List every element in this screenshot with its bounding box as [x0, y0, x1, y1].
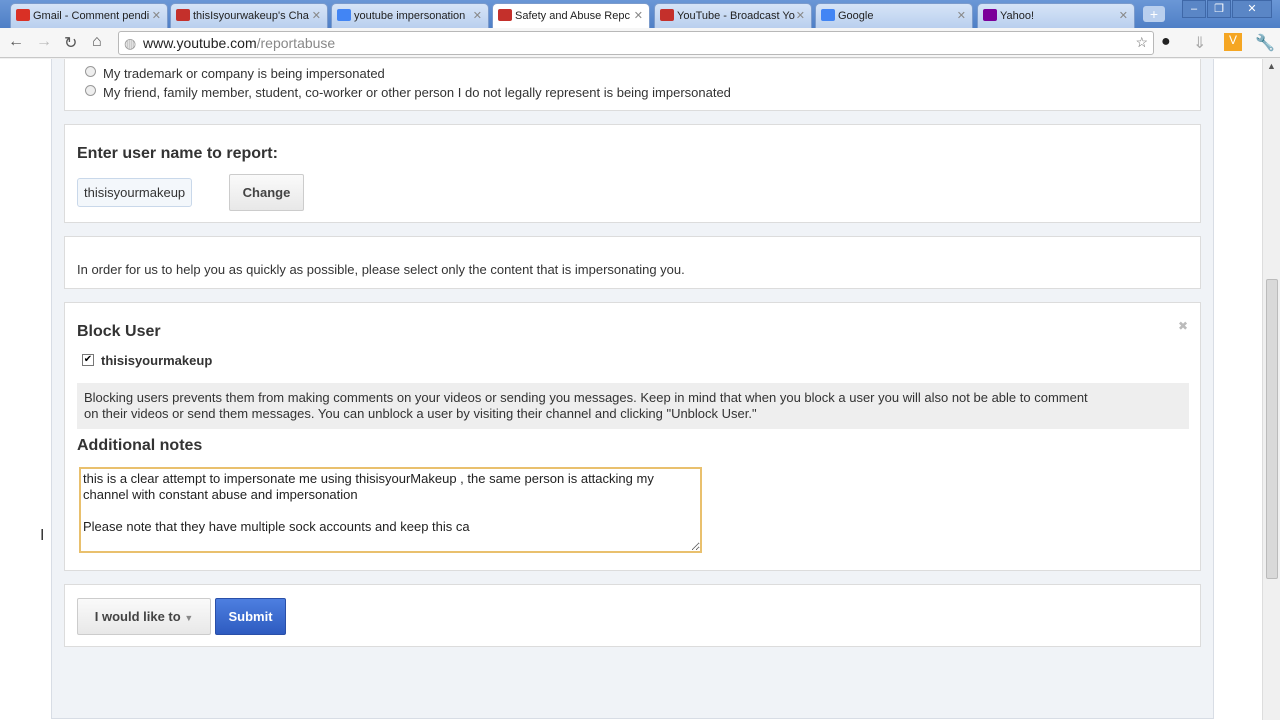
action-dropdown[interactable]: I would like to ▼	[77, 598, 211, 635]
tab-label: thisIsyourwakeup's Cha	[193, 10, 309, 22]
youtube-icon	[498, 9, 512, 21]
option-label: My trademark or company is being imperso…	[103, 66, 385, 81]
google-icon	[821, 9, 835, 21]
chevron-down-icon: ▼	[184, 613, 194, 623]
username-heading: Enter user name to report:	[77, 145, 278, 162]
browser-toolbar: ← → ↻ ⌂ ◍ www.youtube.com/reportabuse ☆ …	[0, 28, 1280, 58]
change-button[interactable]: Change	[229, 174, 304, 211]
close-window-button[interactable]: ✕	[1232, 0, 1272, 18]
home-icon[interactable]: ⌂	[92, 33, 102, 51]
google-icon	[337, 9, 351, 21]
scrollbar[interactable]: ▲	[1262, 59, 1280, 720]
block-user-heading: Block User	[77, 323, 161, 340]
impersonation-options: My trademark or company is being imperso…	[64, 59, 1201, 111]
close-tab-icon[interactable]: ✕	[957, 9, 966, 22]
tab-label: Gmail - Comment pendi	[33, 10, 150, 22]
camera-extension-icon[interactable]: ●	[1161, 33, 1171, 51]
close-tab-icon[interactable]: ✕	[312, 9, 321, 22]
new-tab-button[interactable]: +	[1143, 6, 1165, 22]
tab-label: youtube impersonation	[354, 10, 466, 22]
forward-icon[interactable]: →	[36, 33, 52, 51]
dropdown-label: I would like to	[94, 609, 181, 624]
close-tab-icon[interactable]: ✕	[473, 9, 482, 22]
back-icon[interactable]: ←	[8, 33, 24, 51]
reload-icon[interactable]: ↻	[64, 33, 77, 53]
block-user-card: Block User ✖ ✔ thisisyourmakeup Blocking…	[64, 302, 1201, 571]
additional-notes-textarea[interactable]: this is a clear attempt to impersonate m…	[79, 467, 702, 553]
tab-label: Yahoo!	[1000, 10, 1035, 22]
tab-label: Safety and Abuse Repc	[515, 10, 630, 22]
block-info-line: Blocking users prevents them from making…	[84, 390, 1088, 405]
tab-label: YouTube - Broadcast Yo	[677, 10, 795, 22]
address-bar[interactable]: ◍ www.youtube.com/reportabuse ☆	[118, 31, 1154, 55]
wrench-icon[interactable]: 🔧	[1255, 33, 1275, 53]
restore-button[interactable]: ❐	[1207, 0, 1231, 18]
tab-youtube[interactable]: YouTube - Broadcast Yo ✕	[654, 3, 812, 28]
v-extension-icon[interactable]: V	[1224, 33, 1242, 51]
close-tab-icon[interactable]: ✕	[634, 9, 643, 22]
tab-search[interactable]: youtube impersonation ✕	[331, 3, 489, 28]
report-form: My trademark or company is being imperso…	[51, 59, 1214, 719]
url-host: www.youtube.com	[143, 35, 257, 51]
scrollbar-thumb[interactable]	[1266, 279, 1278, 579]
close-icon[interactable]: ✖	[1178, 319, 1188, 333]
url-path: /reportabuse	[256, 35, 336, 51]
additional-notes-heading: Additional notes	[77, 437, 203, 454]
tab-label: Google	[838, 10, 874, 22]
close-tab-icon[interactable]: ✕	[1119, 9, 1128, 22]
globe-icon: ◍	[124, 35, 137, 51]
tab-safety-abuse[interactable]: Safety and Abuse Repc ✕	[492, 3, 650, 28]
username-card: Enter user name to report: thisisyourmak…	[64, 124, 1201, 223]
text-cursor-icon: I	[40, 527, 45, 544]
page-content: My trademark or company is being imperso…	[0, 59, 1262, 720]
username-value: thisisyourmakeup	[77, 178, 193, 207]
option-label: My friend, family member, student, co-wo…	[103, 85, 731, 100]
yahoo-icon	[983, 9, 997, 21]
block-info: Blocking users prevents them from making…	[77, 383, 1189, 429]
block-user-checkbox[interactable]: ✔	[82, 354, 94, 366]
close-tab-icon[interactable]: ✕	[796, 9, 805, 22]
gmail-icon	[16, 9, 30, 21]
youtube-icon	[660, 9, 674, 21]
minimize-button[interactable]: –	[1182, 0, 1206, 18]
actions-card: I would like to ▼ Submit	[64, 584, 1201, 647]
tab-strip: Gmail - Comment pendi ✕ thisIsyourwakeup'…	[0, 0, 1280, 28]
tab-yahoo[interactable]: Yahoo! ✕	[977, 3, 1135, 28]
scroll-up-icon[interactable]: ▲	[1267, 61, 1276, 71]
notice-card: In order for us to help you as quickly a…	[64, 236, 1201, 289]
radio-friend[interactable]	[85, 85, 96, 96]
submit-button[interactable]: Submit	[215, 598, 286, 635]
bookmark-star-icon[interactable]: ☆	[1135, 34, 1148, 51]
block-info-line: on their videos or send them messages. Y…	[84, 406, 757, 421]
blocked-username: thisisyourmakeup	[101, 353, 213, 368]
youtube-icon	[176, 9, 190, 21]
tab-google[interactable]: Google ✕	[815, 3, 973, 28]
tab-channel[interactable]: thisIsyourwakeup's Cha ✕	[170, 3, 328, 28]
notice-text: In order for us to help you as quickly a…	[77, 262, 685, 277]
radio-trademark[interactable]	[85, 66, 96, 77]
tab-gmail[interactable]: Gmail - Comment pendi ✕	[10, 3, 168, 28]
close-tab-icon[interactable]: ✕	[152, 9, 161, 22]
download-extension-icon[interactable]: ⇓	[1193, 33, 1206, 53]
